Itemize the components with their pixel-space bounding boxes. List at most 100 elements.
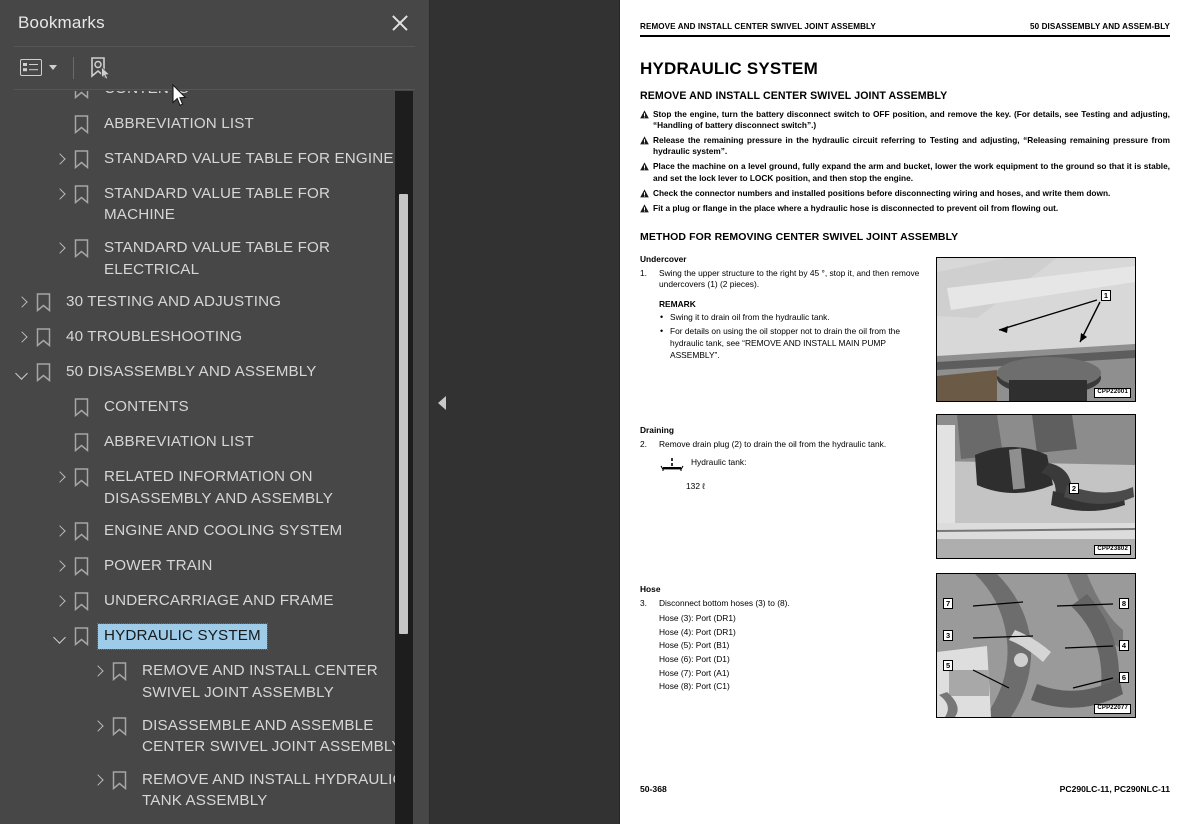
pdf-reader-window: Bookmarks CONTENTSABBRE <box>0 0 1200 824</box>
hose-port-line: Hose (5): Port (B1) <box>659 640 730 651</box>
draining-heading: Draining <box>640 424 674 435</box>
scrollbar-thumb[interactable] <box>399 193 408 634</box>
chevron-right-icon[interactable] <box>14 295 30 311</box>
bookmark-item[interactable]: 50 DISASSEMBLY AND ASSEMBLY <box>0 356 429 391</box>
bookmark-item[interactable]: STANDARD VALUE TABLE FOR ENGINE <box>0 143 429 178</box>
draining-block: Draining 2. Remove drain plug (2) to dra… <box>640 413 1170 559</box>
bookmark-icon <box>74 239 89 259</box>
figure-undercover: 1 CPP22001 <box>936 256 1136 402</box>
bookmark-icon <box>74 592 89 612</box>
chevron-right-icon[interactable] <box>90 773 106 789</box>
step-text: Remove drain plug (2) to drain the oil f… <box>659 438 887 449</box>
safety-warning: Fit a plug or flange in the place where … <box>640 203 1170 214</box>
bookmark-label-box: REMOVE AND INSTALL HYDRAULIC TANK ASSEMB… <box>136 768 411 814</box>
bookmarks-tree: CONTENTS ABBREVIATION LIST STANDARD VALUE … <box>0 90 429 824</box>
bookmark-icon <box>36 363 51 383</box>
figure-callout: 5 <box>943 659 954 671</box>
figure-callout: 2 <box>1068 482 1079 494</box>
chevron-down-icon[interactable] <box>52 629 68 645</box>
bookmark-item[interactable]: ABBREVIATION LIST <box>0 426 429 461</box>
chevron-right-icon[interactable] <box>52 470 68 486</box>
chevron-right-icon[interactable] <box>14 330 30 346</box>
bookmark-item[interactable]: 30 TESTING AND ADJUSTING <box>0 286 429 321</box>
bookmark-item[interactable]: POWER TRAIN <box>0 550 429 585</box>
bookmark-label: REMOVE AND INSTALL HYDRAULIC TANK ASSEMB… <box>142 770 404 810</box>
bookmark-item[interactable]: REMOVE AND INSTALL HYDRAULIC TANK ASSEMB… <box>0 764 429 818</box>
bookmark-label-box: HYDRAULIC SYSTEM <box>97 623 268 650</box>
warning-text: Place the machine on a level ground, ful… <box>653 161 1170 183</box>
bookmark-label-box: ABBREVIATION LIST <box>98 112 260 137</box>
chevron-right-icon[interactable] <box>52 594 68 610</box>
tank-capacity-row: Hydraulic tank: <box>640 457 928 478</box>
panel-title: Bookmarks <box>18 13 105 32</box>
figure-callout: 1 <box>1100 289 1111 301</box>
bookmark-item[interactable]: 40 TROUBLESHOOTING <box>0 321 429 356</box>
bookmark-icon <box>112 716 127 736</box>
chevron-right-icon[interactable] <box>52 241 68 257</box>
list-options-icon <box>20 59 42 77</box>
bookmark-icon <box>74 150 89 169</box>
bookmark-label-box: STANDARD VALUE TABLE FOR ENGINE <box>98 147 400 172</box>
bookmark-label: UNDERCARRIAGE AND FRAME <box>104 592 334 610</box>
bookmark-item[interactable]: STANDARD VALUE TABLE FOR ELECTRICAL <box>0 232 429 286</box>
bookmark-icon <box>36 293 51 313</box>
bookmark-label: 30 TESTING AND ADJUSTING <box>66 293 282 311</box>
hose-heading: Hose <box>640 583 661 594</box>
bookmark-label-box: REMOVE AND INSTALL CENTER SWIVEL JOINT A… <box>136 659 411 705</box>
figure-id: CPP22001 <box>1094 387 1131 398</box>
chevron-right-icon[interactable] <box>90 664 106 680</box>
bookmark-item[interactable]: DISASSEMBLE AND ASSEMBLE CENTER SWIVEL J… <box>0 710 429 764</box>
bookmark-icon <box>36 328 51 348</box>
step-text: Disconnect bottom hoses (3) to (8). <box>659 597 790 608</box>
chevron-down-icon[interactable] <box>14 365 30 381</box>
bookmark-item[interactable]: UNDERCARRIAGE AND FRAME <box>0 585 429 620</box>
bookmark-icon <box>74 627 89 647</box>
bookmark-icon <box>74 115 89 134</box>
figure-callout: 7 <box>943 597 954 609</box>
bookmark-item[interactable]: CONTENTS <box>0 391 429 426</box>
bookmark-item[interactable]: REMOVE AND INSTALL MAIN PUMP ASSEMBLY <box>0 818 429 824</box>
safety-warning: Place the machine on a level ground, ful… <box>640 161 1170 183</box>
bookmark-label-box: 50 DISASSEMBLY AND ASSEMBLY <box>60 360 323 385</box>
page-title: HYDRAULIC SYSTEM <box>640 59 818 79</box>
safety-warning-list: Stop the engine, turn the battery discon… <box>640 109 1170 213</box>
safety-warning: Stop the engine, turn the battery discon… <box>640 109 1170 131</box>
bookmarks-scrollbar[interactable] <box>395 90 413 824</box>
bookmark-item[interactable]: ENGINE AND COOLING SYSTEM <box>0 515 429 550</box>
drain-symbol-icon <box>659 457 685 478</box>
bookmark-label: STANDARD VALUE TABLE FOR ELECTRICAL <box>104 239 331 278</box>
safety-warning: Check the connector numbers and installe… <box>640 188 1170 199</box>
bookmark-item[interactable]: RELATED INFORMATION ON DISASSEMBLY AND A… <box>0 461 429 515</box>
chevron-right-icon[interactable] <box>90 719 106 735</box>
bookmark-label-box: 40 TROUBLESHOOTING <box>60 325 248 350</box>
bookmarks-toolbar <box>0 47 429 89</box>
bookmark-item[interactable]: ABBREVIATION LIST <box>0 108 429 143</box>
figure-id: CPP22077 <box>1094 703 1131 714</box>
safety-warning: Release the remaining pressure in the hy… <box>640 135 1170 157</box>
bookmark-label-box: CONTENTS <box>98 395 195 420</box>
mouse-cursor <box>172 83 187 107</box>
chevron-down-icon <box>49 65 57 71</box>
bookmarks-panel-header: Bookmarks <box>0 0 429 46</box>
warning-text: Check the connector numbers and installe… <box>653 187 1111 198</box>
toolbar-separator <box>73 56 74 79</box>
close-icon[interactable] <box>387 10 413 36</box>
bookmark-icon <box>74 557 89 577</box>
bookmark-label: STANDARD VALUE TABLE FOR MACHINE <box>104 184 331 224</box>
chevron-right-icon[interactable] <box>52 559 68 575</box>
bookmark-item[interactable]: STANDARD VALUE TABLE FOR MACHINE <box>0 178 429 232</box>
step-number: 2. <box>640 438 647 449</box>
bookmark-label: CONTENTS <box>104 398 189 416</box>
hose-port-line: Hose (3): Port (DR1) <box>659 613 736 624</box>
bookmark-options-button[interactable] <box>18 57 59 78</box>
bookmark-item[interactable]: REMOVE AND INSTALL CENTER SWIVEL JOINT A… <box>0 655 429 709</box>
draining-photo <box>937 414 1135 558</box>
new-bookmark-button[interactable] <box>87 54 113 82</box>
bookmark-item[interactable]: CONTENTS <box>0 90 429 108</box>
collapse-panel-left-icon[interactable] <box>435 392 451 414</box>
chevron-right-icon[interactable] <box>52 187 68 203</box>
hose-port-line: Hose (6): Port (D1) <box>659 654 730 665</box>
bookmark-item[interactable]: HYDRAULIC SYSTEM <box>0 620 429 655</box>
chevron-right-icon[interactable] <box>52 524 68 540</box>
chevron-right-icon[interactable] <box>52 152 68 168</box>
